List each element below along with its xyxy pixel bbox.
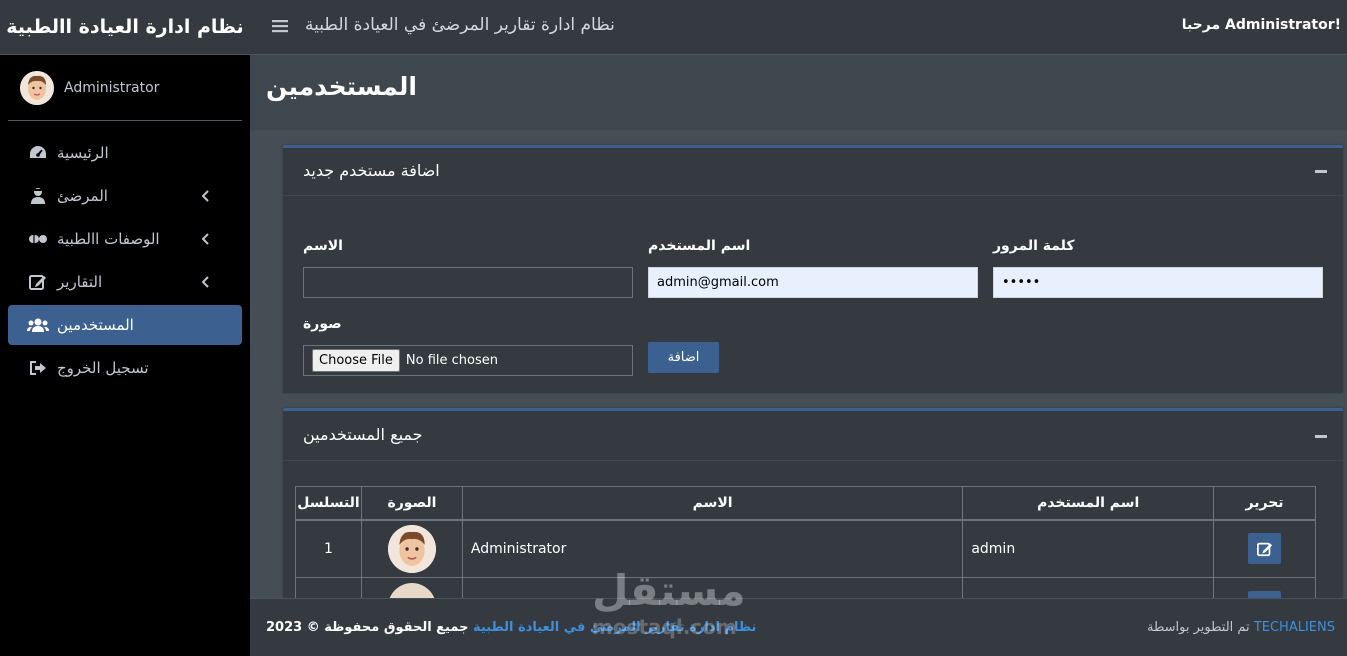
file-status: No file chosen <box>405 353 498 368</box>
collapse-icon[interactable] <box>1315 435 1327 438</box>
card-title: جميع المستخدمين <box>303 425 423 444</box>
edit-icon <box>26 272 50 292</box>
row-username: admin <box>962 519 1215 578</box>
avatar <box>20 70 54 105</box>
chevron-left-icon <box>198 188 214 204</box>
name-label: الاسم <box>303 238 343 254</box>
user-panel[interactable]: Administrator <box>8 55 242 121</box>
add-user-card: اضافة مستخدم جديد الاسم اسم المستخدم adm… <box>283 145 1343 393</box>
column-header-username: اسم المستخدم <box>962 486 1215 521</box>
page-title: المستخدمين <box>266 72 418 101</box>
collapse-icon[interactable] <box>1315 170 1327 173</box>
watermark-sub: mostaql.com <box>592 615 737 639</box>
dashboard-icon <box>26 143 50 163</box>
password-field[interactable]: ••••• <box>993 267 1323 298</box>
password-label: كلمة المرور <box>993 238 1075 254</box>
card-header: اضافة مستخدم جديد <box>283 148 1343 196</box>
username-field[interactable]: admin@gmail.com <box>648 267 978 298</box>
table-header-row: التسلسل الصورة الاسم اسم المستخدم تحرير <box>295 486 1316 521</box>
edit-icon <box>1256 542 1272 556</box>
sidebar-item-logout[interactable]: تسجيل الخروج <box>8 348 242 388</box>
users-table-wrapper: التسلسل الصورة الاسم اسم المستخدم تحرير … <box>295 486 1316 601</box>
footer-dev-text: تم التطوير بواسطة <box>1147 620 1250 635</box>
sign-out-icon <box>26 358 50 378</box>
pills-icon <box>26 229 50 249</box>
sidebar-item-label: التقارير <box>57 273 103 291</box>
sidebar-item-label: الوصفات االطبية <box>57 230 160 248</box>
row-index: 1 <box>295 519 362 578</box>
watermark: مستقل <box>592 566 746 615</box>
sidebar: Administrator الرئيسية المرضئ الوصفات اا… <box>0 55 250 656</box>
column-header-edit: تحرير <box>1213 486 1316 521</box>
sidebar-item-prescriptions[interactable]: الوصفات االطبية <box>8 219 242 259</box>
chevron-left-icon <box>198 274 214 290</box>
users-table: التسلسل الصورة الاسم اسم المستخدم تحرير … <box>295 486 1316 601</box>
footer: نظام ادارة تقارير المرضئ في العيادة الطب… <box>250 598 1347 656</box>
sidebar-item-label: المستخدمين <box>57 316 134 334</box>
footer-copyright-text: جميع الحقوق محفوظة © 2023 <box>266 620 469 635</box>
users-icon <box>26 315 50 335</box>
welcome-text: مرحبا Administrator! <box>1181 17 1341 33</box>
brand-title[interactable]: نظام ادارة العيادة االطبية <box>0 0 250 55</box>
chevron-left-icon <box>198 231 214 247</box>
sidebar-item-home[interactable]: الرئيسية <box>8 133 242 173</box>
footer-dev-link[interactable]: TECHALIENS <box>1254 620 1335 635</box>
footer-credits: تم التطوير بواسطة TECHALIENS <box>1147 620 1335 635</box>
sidebar-item-patients[interactable]: المرضئ <box>8 176 242 216</box>
user-name[interactable]: Administrator <box>64 80 159 96</box>
top-navbar: نظام ادارة تقارير المرضئ في العيادة الطب… <box>250 0 1347 55</box>
image-file-input[interactable]: Choose File No file chosen <box>303 345 633 376</box>
avatar <box>387 524 436 573</box>
card-header: جميع المستخدمين <box>283 411 1343 461</box>
sidebar-item-label: تسجيل الخروج <box>57 359 149 377</box>
sidebar-item-reports[interactable]: التقارير <box>8 262 242 302</box>
edit-user-button[interactable] <box>1248 533 1282 565</box>
sidebar-item-label: الرئيسية <box>57 144 109 162</box>
row-edit-cell <box>1213 519 1316 578</box>
name-field[interactable] <box>303 267 633 298</box>
content-header: المستخدمين <box>250 55 1347 130</box>
sidebar-item-label: المرضئ <box>57 187 108 205</box>
users-list-card: جميع المستخدمين التسلسل الصورة الاسم اسم… <box>283 408 1343 601</box>
image-label: صورة <box>303 316 342 332</box>
username-label: اسم المستخدم <box>648 238 751 254</box>
table-row: 1 Administrator admin <box>295 519 1316 578</box>
row-image-cell <box>360 519 463 578</box>
user-injured-icon <box>26 186 50 206</box>
header-title[interactable]: نظام ادارة تقارير المرضئ في العيادة الطب… <box>305 15 615 35</box>
column-header-index: التسلسل <box>295 486 362 521</box>
hamburger-menu-icon[interactable] <box>272 18 290 36</box>
add-user-button[interactable]: اضافة <box>648 342 719 373</box>
sidebar-item-users[interactable]: المستخدمين <box>8 305 242 345</box>
column-header-image: الصورة <box>360 486 463 521</box>
card-title: اضافة مستخدم جديد <box>303 161 440 180</box>
choose-file-button[interactable]: Choose File <box>312 349 400 372</box>
column-header-name: الاسم <box>461 486 964 521</box>
sidebar-nav: الرئيسية المرضئ الوصفات االطبية التقارير… <box>0 133 250 388</box>
